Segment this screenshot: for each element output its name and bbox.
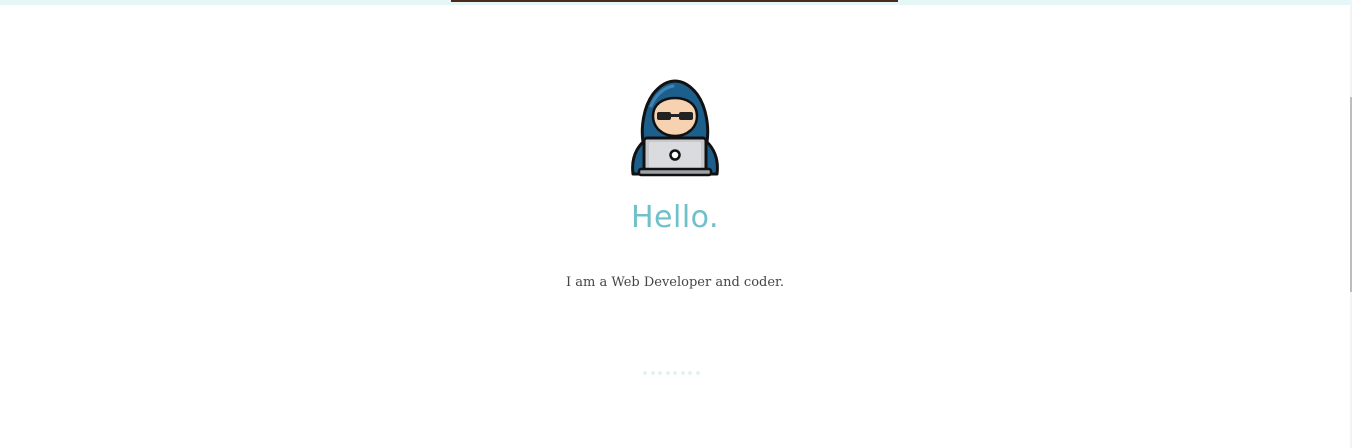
loading-dot [680,371,685,375]
hero-tagline: I am a Web Developer and coder. [566,275,784,290]
loading-dot [650,371,655,375]
hero-greeting: Hello. [630,200,720,235]
loading-dot [665,371,670,375]
top-accent-bar [451,0,898,2]
hacker-with-laptop-icon [629,78,721,178]
loading-dot [688,371,692,375]
loading-dot [673,371,677,375]
loading-dot [658,371,662,375]
loading-dot [643,371,647,375]
loading-dot [695,371,700,375]
loading-dots [643,371,700,375]
